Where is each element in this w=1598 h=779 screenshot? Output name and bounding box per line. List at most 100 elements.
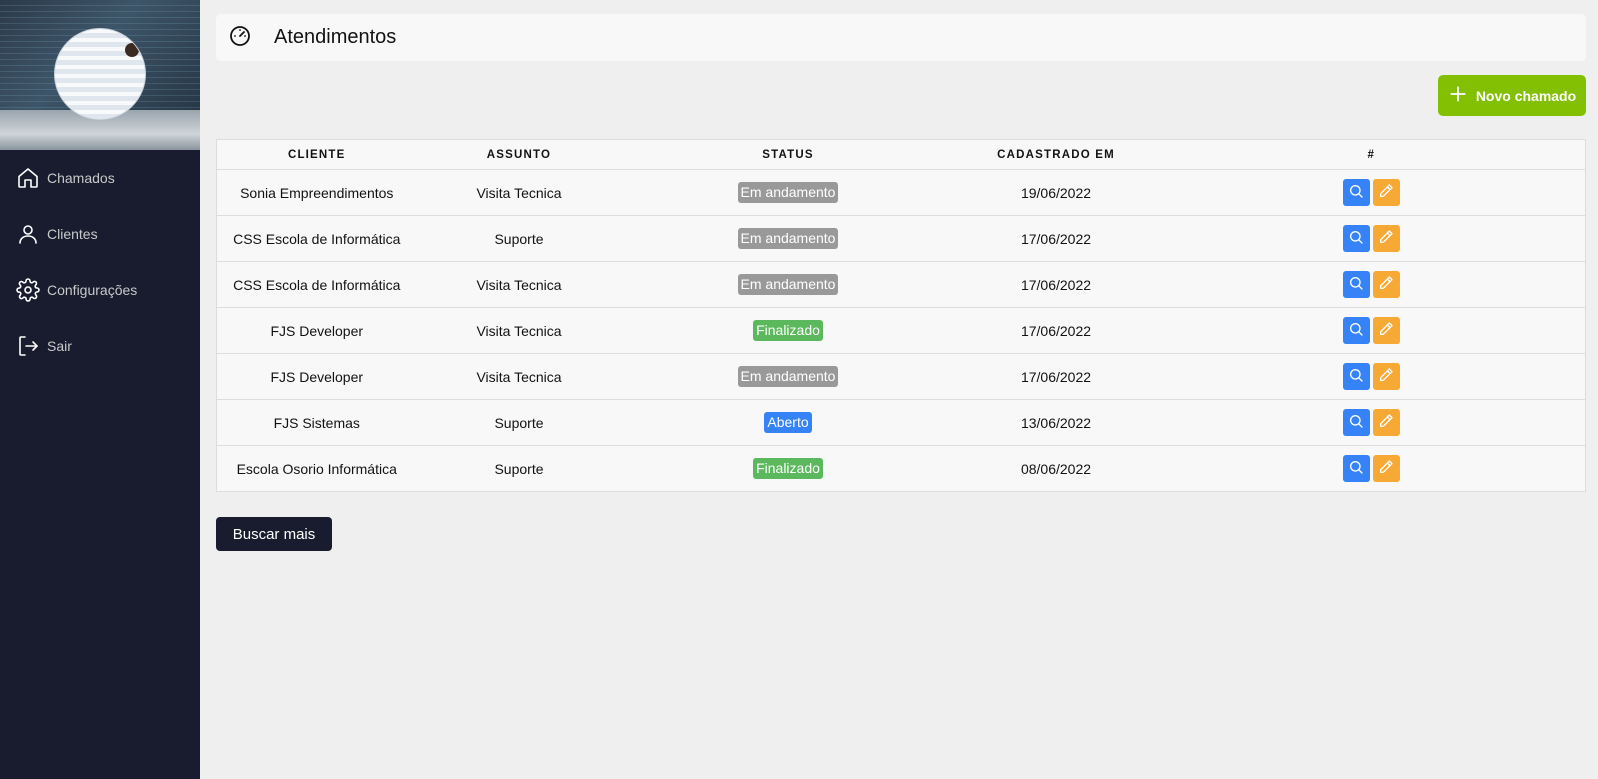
- pencil-icon: [1378, 183, 1394, 202]
- search-icon: [1348, 183, 1364, 202]
- sidebar-banner-image: [0, 0, 200, 150]
- search-icon: [1348, 413, 1364, 432]
- page-header: Atendimentos: [216, 14, 1586, 61]
- cell-cadastrado: 17/06/2022: [954, 307, 1158, 354]
- search-icon: [1348, 367, 1364, 386]
- view-button[interactable]: [1342, 179, 1370, 206]
- pencil-icon: [1378, 275, 1394, 294]
- pencil-icon: [1378, 229, 1394, 248]
- table-row: CSS Escola de Informática Suporte Em and…: [216, 215, 1586, 262]
- status-badge: Em andamento: [737, 366, 839, 387]
- search-icon: [1348, 275, 1364, 294]
- search-icon: [1348, 459, 1364, 478]
- cell-assunto: Visita Tecnica: [416, 169, 622, 216]
- table-row: FJS Developer Visita Tecnica Em andament…: [216, 353, 1586, 400]
- user-icon: [16, 222, 40, 246]
- view-button[interactable]: [1342, 409, 1370, 436]
- edit-button[interactable]: [1372, 455, 1400, 482]
- cell-cliente: FJS Sistemas: [216, 399, 417, 446]
- column-header-cliente: Cliente: [216, 139, 417, 170]
- cell-cliente: Escola Osorio Informática: [216, 445, 417, 492]
- cell-actions: [1157, 353, 1586, 400]
- cell-status: Em andamento: [621, 215, 955, 262]
- cell-assunto: Visita Tecnica: [416, 307, 622, 354]
- cell-cliente: FJS Developer: [216, 353, 417, 400]
- logout-icon: [16, 334, 40, 358]
- sidebar-item-label: Sair: [47, 338, 72, 354]
- cell-cadastrado: 17/06/2022: [954, 353, 1158, 400]
- cell-cliente: CSS Escola de Informática: [216, 215, 417, 262]
- sidebar-item-configuracoes[interactable]: Configurações: [0, 262, 200, 318]
- cell-cadastrado: 19/06/2022: [954, 169, 1158, 216]
- new-call-button[interactable]: Novo chamado: [1438, 75, 1586, 116]
- view-button[interactable]: [1342, 225, 1370, 252]
- view-button[interactable]: [1342, 271, 1370, 298]
- table-row: CSS Escola de Informática Visita Tecnica…: [216, 261, 1586, 308]
- column-header-cadastrado: Cadastrado em: [954, 139, 1158, 170]
- home-icon: [16, 166, 40, 190]
- sidebar: Chamados Clientes Configurações Sair: [0, 0, 200, 779]
- cell-cadastrado: 17/06/2022: [954, 261, 1158, 308]
- sidebar-item-label: Clientes: [47, 226, 98, 242]
- cell-assunto: Suporte: [416, 445, 622, 492]
- cell-cliente: FJS Developer: [216, 307, 417, 354]
- edit-button[interactable]: [1372, 271, 1400, 298]
- cell-actions: [1157, 307, 1586, 354]
- edit-button[interactable]: [1372, 179, 1400, 206]
- pencil-icon: [1378, 459, 1394, 478]
- cell-actions: [1157, 215, 1586, 262]
- new-call-label: Novo chamado: [1475, 87, 1577, 104]
- table-row: Sonia Empreendimentos Visita Tecnica Em …: [216, 169, 1586, 216]
- edit-button[interactable]: [1372, 409, 1400, 436]
- page-title: Atendimentos: [274, 26, 397, 48]
- table-row: FJS Developer Visita Tecnica Finalizado …: [216, 307, 1586, 354]
- status-badge: Finalizado: [753, 320, 823, 341]
- cell-status: Em andamento: [621, 169, 955, 216]
- view-button[interactable]: [1342, 363, 1370, 390]
- pencil-icon: [1378, 321, 1394, 340]
- avatar[interactable]: [54, 28, 146, 120]
- sidebar-item-sair[interactable]: Sair: [0, 318, 200, 374]
- cell-cliente: CSS Escola de Informática: [216, 261, 417, 308]
- cell-cadastrado: 17/06/2022: [954, 215, 1158, 262]
- plus-icon: [1448, 84, 1476, 107]
- cell-actions: [1157, 445, 1586, 492]
- cell-assunto: Suporte: [416, 399, 622, 446]
- table-header-row: Cliente Assunto Status Cadastrado em #: [216, 139, 1586, 170]
- cell-actions: [1157, 261, 1586, 308]
- load-more-button[interactable]: Buscar mais: [216, 517, 332, 551]
- cell-assunto: Visita Tecnica: [416, 261, 622, 308]
- search-icon: [1348, 321, 1364, 340]
- view-button[interactable]: [1342, 317, 1370, 344]
- edit-button[interactable]: [1372, 363, 1400, 390]
- edit-button[interactable]: [1372, 317, 1400, 344]
- status-badge: Em andamento: [737, 182, 839, 203]
- cell-assunto: Visita Tecnica: [416, 353, 622, 400]
- edit-button[interactable]: [1372, 225, 1400, 252]
- column-header-assunto: Assunto: [416, 139, 622, 170]
- pencil-icon: [1378, 367, 1394, 386]
- cell-assunto: Suporte: [416, 215, 622, 262]
- status-badge: Aberto: [764, 412, 812, 433]
- cell-actions: [1157, 399, 1586, 446]
- cell-status: Em andamento: [621, 261, 955, 308]
- status-badge: Em andamento: [737, 228, 839, 249]
- cell-cadastrado: 13/06/2022: [954, 399, 1158, 446]
- status-badge: Em andamento: [737, 274, 839, 295]
- sidebar-item-label: Configurações: [47, 282, 138, 298]
- status-badge: Finalizado: [753, 458, 823, 479]
- sidebar-nav: Chamados Clientes Configurações Sair: [0, 150, 200, 374]
- cell-status: Aberto: [621, 399, 955, 446]
- cell-cadastrado: 08/06/2022: [954, 445, 1158, 492]
- pencil-icon: [1378, 413, 1394, 432]
- gear-icon: [16, 278, 40, 302]
- cell-status: Finalizado: [621, 307, 955, 354]
- column-header-actions: #: [1157, 139, 1586, 170]
- sidebar-item-label: Chamados: [47, 170, 115, 186]
- view-button[interactable]: [1342, 455, 1370, 482]
- cell-status: Finalizado: [621, 445, 955, 492]
- search-icon: [1348, 229, 1364, 248]
- sidebar-item-chamados[interactable]: Chamados: [0, 150, 200, 206]
- column-header-status: Status: [621, 139, 955, 170]
- sidebar-item-clientes[interactable]: Clientes: [0, 206, 200, 262]
